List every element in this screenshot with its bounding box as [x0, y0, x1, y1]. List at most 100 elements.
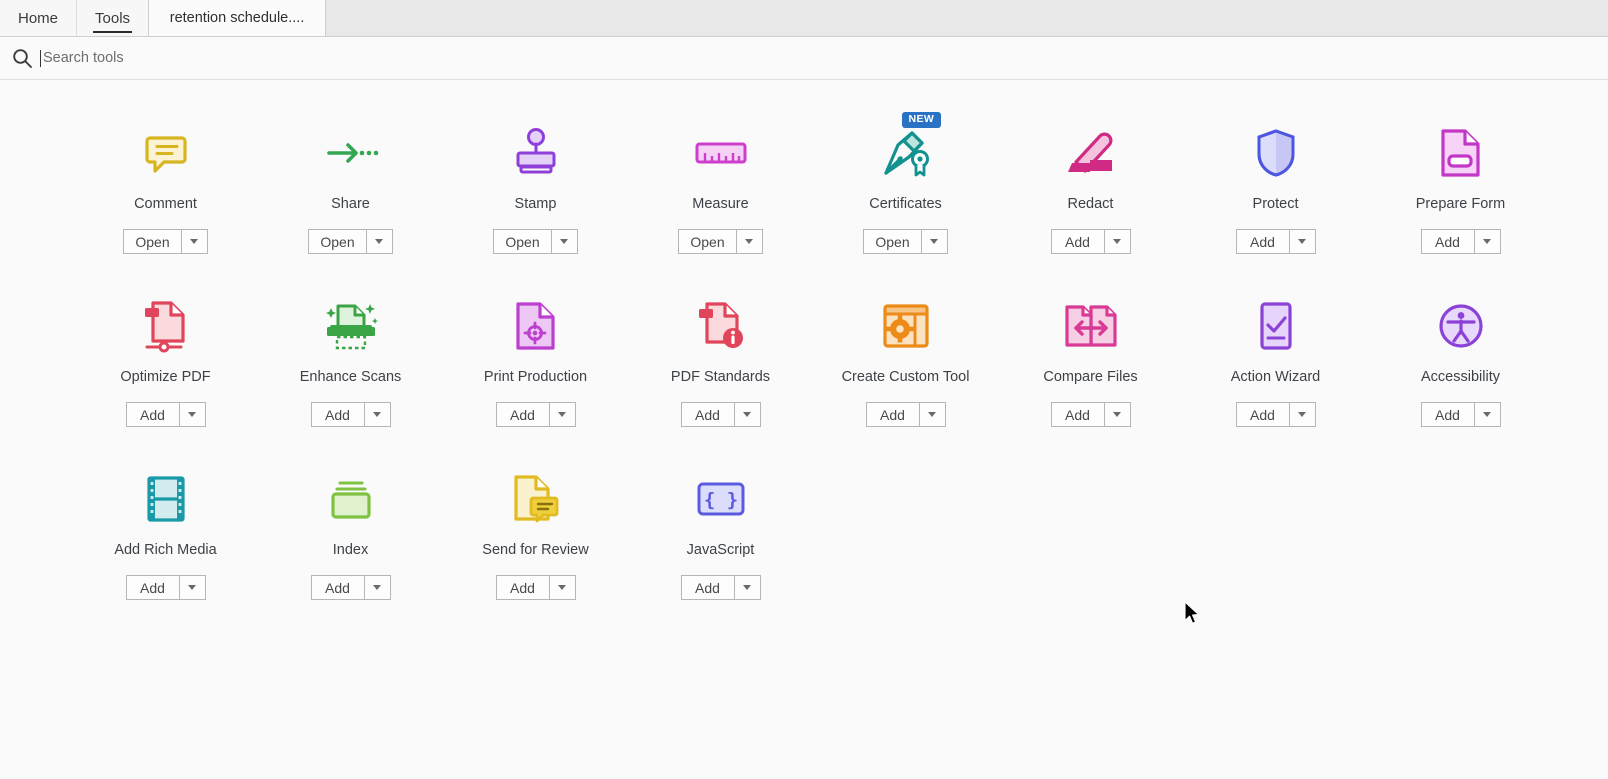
tool-card-share[interactable]: Share Open	[258, 114, 443, 254]
nav-tab-home[interactable]: Home	[0, 0, 78, 36]
tool-label-accessibility: Accessibility	[1421, 369, 1500, 385]
tool-action-group-compare-files: Add	[1050, 402, 1131, 427]
tab-bar-filler	[326, 0, 1608, 36]
tool-action-button-action-wizard[interactable]: Add	[1235, 402, 1290, 427]
film-strip-icon[interactable]	[73, 460, 258, 538]
shield-icon[interactable]	[1183, 114, 1368, 192]
tool-action-dropdown-enhance-scans[interactable]	[364, 402, 391, 427]
tool-action-button-create-custom-tool[interactable]: Add	[865, 402, 920, 427]
tool-card-pdf-standards[interactable]: PDF Standards Add	[628, 287, 813, 427]
tool-card-print-production[interactable]: Print Production Add	[443, 287, 628, 427]
tool-action-button-print-production[interactable]: Add	[495, 402, 550, 427]
fountain-pen-seal-icon[interactable]: NEW	[813, 112, 998, 192]
tool-action-dropdown-accessibility[interactable]	[1474, 402, 1501, 427]
braces-icon[interactable]: { }	[628, 460, 813, 538]
accessibility-icon[interactable]	[1368, 287, 1553, 365]
tool-action-dropdown-redact[interactable]	[1104, 229, 1131, 254]
tool-card-accessibility[interactable]: Accessibility Add	[1368, 287, 1553, 427]
tool-action-dropdown-index[interactable]	[364, 575, 391, 600]
tool-action-dropdown-send-for-review[interactable]	[549, 575, 576, 600]
tool-label-send-for-review: Send for Review	[482, 542, 589, 558]
tool-label-share: Share	[331, 196, 370, 212]
tool-action-button-send-for-review[interactable]: Add	[495, 575, 550, 600]
tool-action-button-optimize-pdf[interactable]: Add	[125, 402, 180, 427]
tool-card-javascript[interactable]: { } JavaScript Add	[628, 460, 813, 600]
tool-card-comment[interactable]: Comment Open	[73, 114, 258, 254]
tool-action-dropdown-prepare-form[interactable]	[1474, 229, 1501, 254]
tool-action-dropdown-comment[interactable]	[181, 229, 208, 254]
chevron-down-icon	[188, 412, 196, 417]
optimize-document-icon[interactable]	[73, 287, 258, 365]
document-info-icon[interactable]	[628, 287, 813, 365]
chevron-down-icon	[188, 585, 196, 590]
tool-action-dropdown-javascript[interactable]	[734, 575, 761, 600]
tool-card-send-for-review[interactable]: Send for Review Add	[443, 460, 628, 600]
tool-action-button-enhance-scans[interactable]: Add	[310, 402, 365, 427]
form-document-icon[interactable]	[1368, 114, 1553, 192]
tool-action-dropdown-compare-files[interactable]	[1104, 402, 1131, 427]
tool-action-dropdown-optimize-pdf[interactable]	[179, 402, 206, 427]
tool-card-redact[interactable]: Redact Add	[998, 114, 1183, 254]
tool-card-index[interactable]: Index Add	[258, 460, 443, 600]
svg-text:{ }: { }	[703, 489, 737, 511]
document-tab-label: retention schedule....	[169, 10, 305, 26]
tool-action-button-protect[interactable]: Add	[1235, 229, 1290, 254]
tool-card-optimize-pdf[interactable]: Optimize PDF Add	[73, 287, 258, 427]
tool-action-dropdown-certificates[interactable]	[921, 229, 948, 254]
tool-action-button-measure[interactable]: Open	[678, 229, 737, 254]
print-target-icon[interactable]	[443, 287, 628, 365]
tool-card-add-rich-media[interactable]: Add Rich Media Add	[73, 460, 258, 600]
search-input[interactable]: Search tools	[40, 44, 1608, 72]
tool-action-dropdown-stamp[interactable]	[551, 229, 578, 254]
nav-tab-tools[interactable]: Tools	[77, 0, 149, 36]
tool-action-dropdown-share[interactable]	[366, 229, 393, 254]
tool-action-dropdown-pdf-standards[interactable]	[734, 402, 761, 427]
chevron-down-icon	[1113, 239, 1121, 244]
tool-card-compare-files[interactable]: Compare Files Add	[998, 287, 1183, 427]
tool-action-group-add-rich-media: Add	[125, 575, 206, 600]
chevron-down-icon	[375, 239, 384, 244]
tool-action-button-pdf-standards[interactable]: Add	[680, 402, 735, 427]
document-tab[interactable]: retention schedule....	[148, 0, 327, 36]
nav-tab-home-label: Home	[18, 9, 59, 27]
tool-card-protect[interactable]: Protect Add	[1183, 114, 1368, 254]
tool-action-group-certificates: Open	[863, 229, 948, 254]
tool-card-prepare-form[interactable]: Prepare Form Add	[1368, 114, 1553, 254]
tool-action-button-redact[interactable]: Add	[1050, 229, 1105, 254]
tool-label-enhance-scans: Enhance Scans	[299, 369, 402, 385]
tool-action-button-prepare-form[interactable]: Add	[1420, 229, 1475, 254]
tool-action-button-add-rich-media[interactable]: Add	[125, 575, 180, 600]
tool-action-dropdown-create-custom-tool[interactable]	[919, 402, 946, 427]
tool-action-button-javascript[interactable]: Add	[680, 575, 735, 600]
tool-action-button-stamp[interactable]: Open	[493, 229, 552, 254]
checklist-icon[interactable]	[1183, 287, 1368, 365]
tool-action-dropdown-measure[interactable]	[736, 229, 763, 254]
tool-card-certificates[interactable]: NEW Certificates Open	[813, 112, 998, 254]
tool-card-enhance-scans[interactable]: Enhance Scans Add	[258, 287, 443, 427]
review-document-icon[interactable]	[443, 460, 628, 538]
comment-bubble-icon[interactable]	[73, 114, 258, 192]
tool-action-button-share[interactable]: Open	[308, 229, 367, 254]
tool-action-button-certificates[interactable]: Open	[863, 229, 922, 254]
stamp-icon[interactable]	[443, 114, 628, 192]
tool-action-button-index[interactable]: Add	[310, 575, 365, 600]
marker-icon[interactable]	[998, 114, 1183, 192]
tool-action-dropdown-action-wizard[interactable]	[1289, 402, 1316, 427]
tool-action-button-accessibility[interactable]: Add	[1420, 402, 1475, 427]
index-card-icon[interactable]	[258, 460, 443, 538]
tool-card-create-custom-tool[interactable]: Create Custom Tool Add	[813, 287, 998, 427]
mouse-pointer-icon	[1184, 601, 1201, 631]
window-gear-icon[interactable]	[813, 287, 998, 365]
tool-action-dropdown-add-rich-media[interactable]	[179, 575, 206, 600]
tool-action-button-compare-files[interactable]: Add	[1050, 402, 1105, 427]
share-arrow-icon[interactable]	[258, 114, 443, 192]
tool-action-dropdown-print-production[interactable]	[549, 402, 576, 427]
tool-card-measure[interactable]: Measure Open	[628, 114, 813, 254]
scanner-icon[interactable]	[258, 287, 443, 365]
compare-files-icon[interactable]	[998, 287, 1183, 365]
ruler-icon[interactable]	[628, 114, 813, 192]
tool-card-stamp[interactable]: Stamp Open	[443, 114, 628, 254]
tool-card-action-wizard[interactable]: Action Wizard Add	[1183, 287, 1368, 427]
tool-action-dropdown-protect[interactable]	[1289, 229, 1316, 254]
tool-action-button-comment[interactable]: Open	[123, 229, 182, 254]
